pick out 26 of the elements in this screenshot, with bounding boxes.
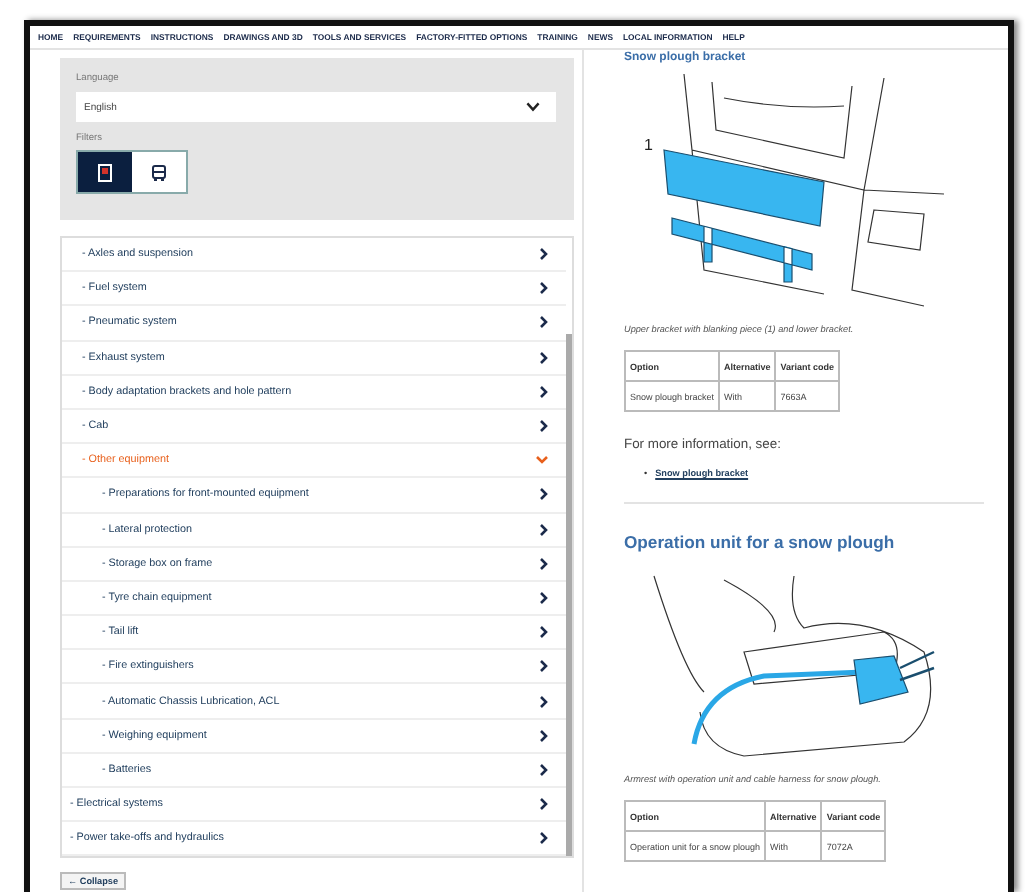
- chevron-right-icon: [540, 695, 548, 708]
- chevron-right-icon: [540, 282, 548, 295]
- filter-button[interactable]: [132, 152, 186, 192]
- chevron-right-icon: [540, 248, 548, 261]
- chevron-right-icon: [540, 316, 548, 329]
- chevron-down-icon: [526, 102, 540, 112]
- chevron-right-icon: [540, 385, 548, 398]
- chevron-right-icon: [540, 591, 548, 604]
- document-icon: [98, 163, 112, 181]
- chevron-right-icon: [540, 420, 548, 433]
- chevron-right-icon: [540, 832, 548, 845]
- section-heading: Operation unit for a snow plough: [624, 532, 897, 552]
- chevron-right-icon: [540, 660, 548, 673]
- chevron-right-icon: [540, 557, 548, 570]
- chevron-right-icon: [540, 626, 548, 639]
- filter-button[interactable]: [78, 152, 132, 192]
- chevron-right-icon: [540, 798, 548, 811]
- scrollbar[interactable]: [566, 334, 572, 857]
- callout-number: 1: [644, 136, 653, 154]
- chevron-right-icon: [540, 488, 548, 501]
- chevron-right-icon: [540, 729, 548, 742]
- chevron-down-icon: [536, 456, 548, 465]
- chevron-right-icon: [540, 351, 548, 364]
- truck-icon: [150, 163, 168, 181]
- chevron-right-icon: [540, 763, 548, 776]
- chevron-right-icon: [540, 523, 548, 536]
